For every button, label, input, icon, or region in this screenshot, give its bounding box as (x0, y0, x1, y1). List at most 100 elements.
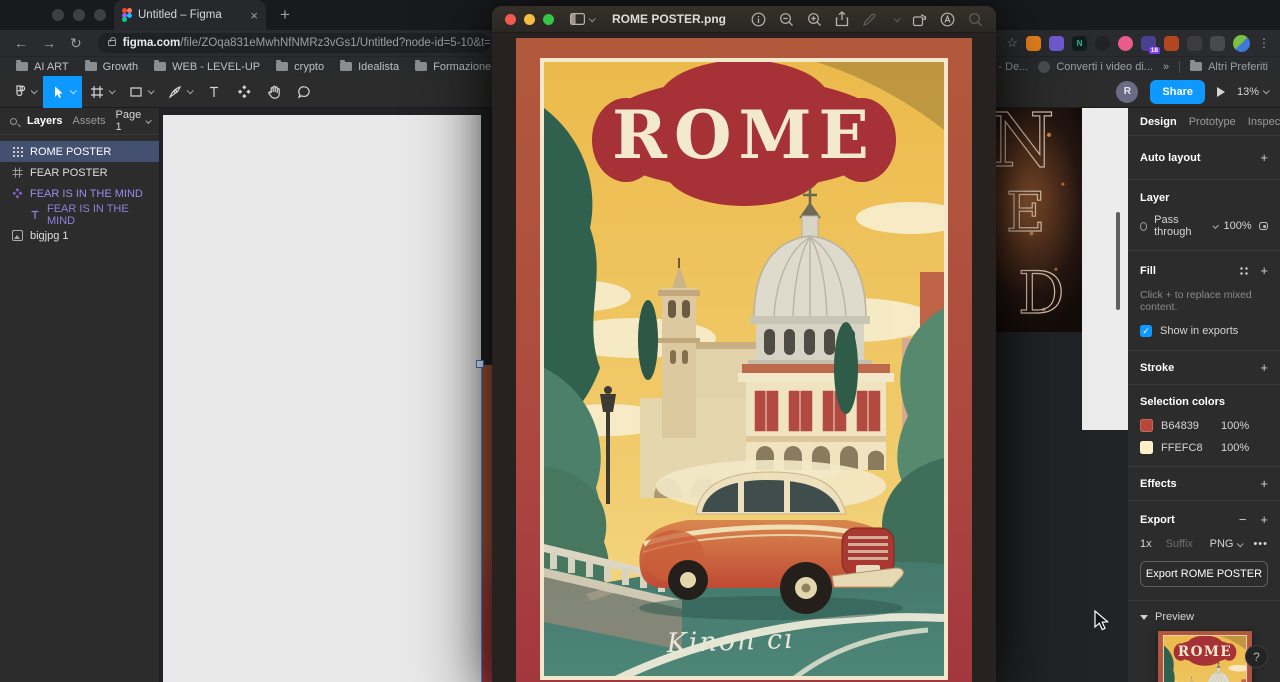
canvas-frame[interactable] (163, 115, 481, 682)
new-tab-button[interactable]: + (280, 5, 290, 25)
bookmarks-overflow-chevron[interactable]: » (1163, 61, 1169, 73)
browser-profile-avatar[interactable] (1233, 35, 1250, 52)
extension-icon[interactable] (1095, 36, 1110, 51)
bookmark-converti[interactable]: Converti i video di... (1038, 61, 1153, 73)
layer-row-component[interactable]: FEAR IS IN THE MIND (0, 183, 159, 204)
fear-poster-on-canvas[interactable]: N E D (995, 108, 1082, 332)
page-selector[interactable]: Page 1 (116, 109, 151, 133)
bookmark-item[interactable]: Idealista (340, 61, 399, 73)
browser-tab[interactable]: Untitled – Figma × (114, 0, 266, 30)
shape-tool-button[interactable] (121, 76, 160, 108)
extension-icon[interactable]: N (1072, 36, 1087, 51)
extension-icon[interactable] (1049, 36, 1064, 51)
annotate-icon[interactable] (940, 12, 955, 27)
layer-row-bigjpg[interactable]: bigjpg 1 (0, 225, 159, 246)
tab-inspect[interactable]: Inspect (1248, 116, 1280, 128)
preview-collapse-caret[interactable] (1140, 615, 1148, 620)
preview-window-titlebar[interactable]: ROME POSTER.png (492, 6, 996, 33)
help-button[interactable]: ? (1245, 645, 1268, 668)
frame-tool-button[interactable] (82, 76, 121, 108)
window-minimize-button[interactable] (524, 14, 535, 25)
visibility-eye-icon[interactable] (1259, 222, 1268, 230)
components-tool-button[interactable] (229, 76, 259, 108)
styles-icon[interactable] (1239, 266, 1248, 275)
sidebar-toggle-button[interactable] (570, 13, 594, 25)
browser-zoom-button[interactable] (94, 9, 106, 21)
hand-tool-button[interactable] (259, 76, 289, 108)
zoom-in-icon[interactable] (807, 12, 822, 27)
add-effect-icon[interactable]: + (1260, 476, 1268, 491)
extension-icon[interactable] (1164, 36, 1179, 51)
export-rome-poster-button[interactable]: Export ROME POSTER (1140, 561, 1268, 587)
share-icon[interactable] (835, 11, 849, 27)
text-tool-button[interactable] (199, 76, 229, 108)
bookmark-item[interactable]: Formazione (415, 61, 491, 73)
browser-minimize-button[interactable] (73, 9, 85, 21)
extension-icon[interactable] (1187, 36, 1202, 51)
forward-icon[interactable]: → (42, 35, 56, 51)
info-icon[interactable] (751, 12, 766, 27)
move-tool-button[interactable] (43, 76, 82, 108)
opacity-value[interactable]: 100% (1224, 220, 1252, 232)
export-more-icon[interactable]: ••• (1253, 538, 1268, 550)
zoom-level-dropdown[interactable]: 13% (1237, 86, 1268, 98)
bookmark-star-icon[interactable]: ☆ (1006, 35, 1018, 51)
color-opacity[interactable]: 100% (1221, 420, 1249, 432)
show-in-exports-checkbox[interactable]: ✓ (1140, 325, 1152, 337)
user-avatar[interactable]: R (1116, 81, 1138, 103)
add-export-icon[interactable]: + (1260, 512, 1268, 527)
macos-preview-window[interactable]: ROME POSTER.png (492, 6, 996, 682)
share-button[interactable]: Share (1150, 80, 1205, 104)
extension-icon[interactable] (1210, 36, 1225, 51)
selection-color-row[interactable]: B64839 100% (1140, 419, 1268, 432)
pen-tool-button[interactable] (160, 76, 199, 108)
add-fill-icon[interactable]: + (1260, 263, 1268, 278)
markup-pencil-icon[interactable] (862, 12, 877, 27)
blend-mode-dropdown[interactable]: Pass through (1154, 214, 1201, 238)
layer-row-fear-poster[interactable]: FEAR POSTER (0, 162, 159, 183)
window-close-button[interactable] (505, 14, 516, 25)
browser-menu-icon[interactable]: ⋮ (1258, 36, 1270, 50)
color-opacity[interactable]: 100% (1221, 442, 1249, 454)
extension-icon[interactable] (1026, 36, 1041, 51)
color-swatch[interactable] (1140, 419, 1153, 432)
export-suffix-input[interactable] (1166, 538, 1210, 550)
comment-tool-button[interactable] (289, 76, 319, 108)
tab-layers[interactable]: Layers (27, 115, 62, 127)
zoom-out-icon[interactable] (779, 12, 794, 27)
back-icon[interactable]: ← (14, 35, 28, 51)
layer-row-rome-poster[interactable]: ROME POSTER (0, 141, 159, 162)
window-zoom-button[interactable] (543, 14, 554, 25)
bookmark-item[interactable]: crypto (276, 61, 324, 73)
export-scale-dropdown[interactable]: 1x (1140, 538, 1152, 550)
remove-export-icon[interactable]: − (1239, 512, 1247, 527)
tab-design[interactable]: Design (1140, 116, 1177, 128)
color-hex[interactable]: B64839 (1161, 420, 1213, 432)
canvas-white-frame[interactable] (1082, 108, 1128, 430)
bookmark-item[interactable]: WEB - LEVEL-UP (154, 61, 260, 73)
bookmark-altri-preferiti[interactable]: Altri Preferiti (1190, 61, 1268, 73)
bookmark-item[interactable]: AI ART (16, 61, 69, 73)
selection-handle[interactable] (476, 360, 484, 368)
chevron-down-icon[interactable] (894, 15, 901, 22)
tab-prototype[interactable]: Prototype (1189, 116, 1236, 128)
selection-color-row[interactable]: FFEFC8 100% (1140, 441, 1268, 454)
browser-close-button[interactable] (52, 9, 64, 21)
address-bar[interactable]: figma.com/file/ZOqa831eMwhNfNMRz3vGs1/Un… (98, 33, 490, 53)
present-icon[interactable] (1217, 87, 1225, 97)
reload-icon[interactable]: ↻ (70, 35, 82, 52)
search-icon[interactable] (968, 12, 983, 27)
canvas-scrollbar[interactable] (1116, 212, 1120, 310)
color-hex[interactable]: FFEFC8 (1161, 442, 1213, 454)
extension-icon[interactable] (1118, 36, 1133, 51)
color-swatch[interactable] (1140, 441, 1153, 454)
bookmark-item[interactable]: Growth (85, 61, 138, 73)
layer-row-text[interactable]: FEAR IS IN THE MIND (0, 204, 159, 225)
extension-icon[interactable]: 18 (1141, 36, 1156, 51)
rotate-icon[interactable] (912, 12, 927, 27)
export-format-dropdown[interactable]: PNG (1210, 538, 1243, 550)
browser-window-controls[interactable] (52, 9, 106, 21)
bookmark-truncated[interactable]: - De... (998, 61, 1028, 73)
add-auto-layout-icon[interactable]: + (1260, 150, 1268, 165)
search-icon[interactable] (10, 118, 17, 125)
